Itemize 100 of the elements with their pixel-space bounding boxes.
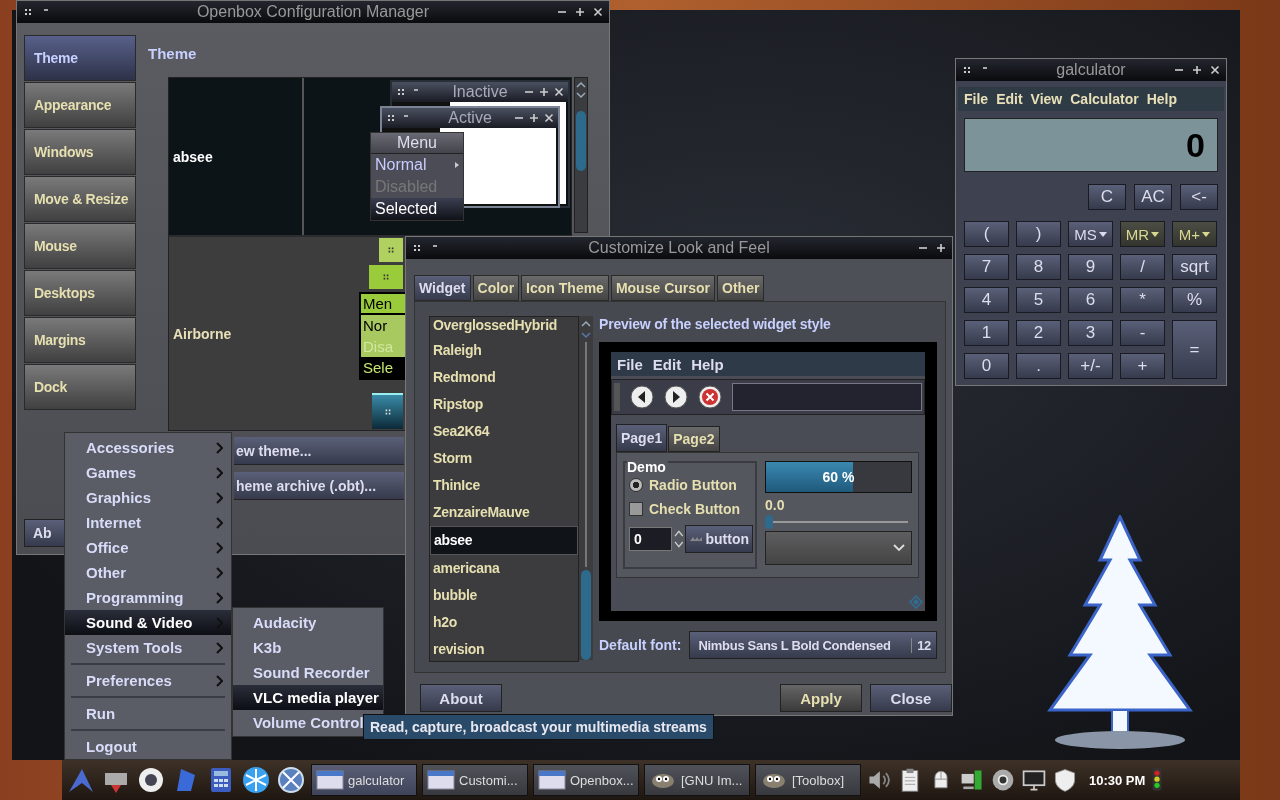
tab[interactable]: Icon Theme: [521, 275, 609, 301]
theme-list-item[interactable]: ThinIce: [430, 472, 578, 499]
grip-icon[interactable]: [412, 243, 422, 253]
menu-item[interactable]: Help: [1146, 91, 1178, 107]
scroll-thumb[interactable]: [576, 111, 586, 171]
tab[interactable]: Page1: [616, 424, 668, 452]
maximize-icon[interactable]: [936, 243, 946, 253]
maximize-icon[interactable]: [539, 87, 549, 97]
sidebar-tab[interactable]: Dock: [24, 364, 136, 410]
menu-item[interactable]: Sound Recorder: [233, 660, 383, 685]
sidebar-tab[interactable]: Desktops: [24, 270, 136, 316]
theme-name[interactable]: absee: [173, 148, 213, 165]
menu-item[interactable]: Other: [65, 560, 231, 585]
spin-field[interactable]: 0: [629, 527, 672, 551]
calculator-key[interactable]: 0: [964, 353, 1009, 379]
taskbar-button[interactable]: [Toolbox]: [755, 764, 861, 796]
taskbar-button[interactable]: galculator: [311, 764, 417, 796]
calculator-key[interactable]: AC: [1134, 184, 1172, 210]
calculator-key[interactable]: 2: [1016, 320, 1061, 346]
theme-list-item[interactable]: Raleigh: [430, 337, 578, 364]
forward-icon[interactable]: [664, 385, 688, 409]
close-icon[interactable]: [593, 7, 603, 17]
calculator-key[interactable]: 5: [1016, 287, 1061, 313]
crossed-circle-icon[interactable]: [276, 765, 306, 795]
menu-item[interactable]: Programming: [65, 585, 231, 610]
back-icon[interactable]: [630, 385, 654, 409]
menu-item[interactable]: Sound & Video: [65, 610, 231, 635]
text-field[interactable]: [732, 383, 922, 411]
calculator-key[interactable]: ): [1016, 221, 1061, 247]
shield-icon[interactable]: [1052, 767, 1078, 793]
about-button[interactable]: Ab: [24, 519, 66, 547]
menu-item[interactable]: Audacity: [233, 610, 383, 635]
snowflake-icon[interactable]: [241, 765, 271, 795]
calculator-key[interactable]: -: [1120, 320, 1165, 346]
menu-item[interactable]: Graphics: [65, 485, 231, 510]
radio-button[interactable]: [629, 478, 643, 492]
checkbox[interactable]: [629, 502, 643, 516]
chrome-circle-icon[interactable]: [990, 767, 1016, 793]
calculator-key[interactable]: 8: [1016, 254, 1061, 280]
grip-icon[interactable]: [396, 87, 406, 97]
menu-item[interactable]: Calculator: [1070, 91, 1139, 107]
calculator-key[interactable]: 9: [1068, 254, 1113, 280]
calculator-key[interactable]: +/-: [1068, 353, 1113, 379]
theme-list-item[interactable]: Redmond: [430, 364, 578, 391]
menu-item[interactable]: File: [964, 91, 989, 107]
calculator-key[interactable]: *: [1120, 287, 1165, 313]
theme-name[interactable]: Airborne: [173, 325, 232, 342]
maximize-icon[interactable]: [575, 7, 585, 17]
calculator-key[interactable]: %: [1172, 287, 1217, 313]
close-icon[interactable]: [554, 87, 564, 97]
calculator-key[interactable]: 6: [1068, 287, 1113, 313]
sidebar-tab[interactable]: Windows: [24, 129, 136, 175]
scrollbar[interactable]: [574, 77, 588, 233]
memory-key[interactable]: MS: [1068, 221, 1113, 247]
sidebar-tab[interactable]: Margins: [24, 317, 136, 363]
toolbar-handle[interactable]: [614, 383, 620, 411]
tab[interactable]: Color: [472, 275, 520, 301]
theme-list-item[interactable]: h2o: [430, 609, 578, 636]
menu-item[interactable]: K3b: [233, 635, 383, 660]
about-button[interactable]: About: [420, 684, 502, 712]
scroll-down-icon[interactable]: [581, 331, 591, 339]
close-button[interactable]: Close: [870, 684, 952, 712]
globe-icon[interactable]: [136, 765, 166, 795]
calculator-key[interactable]: sqrt: [1172, 254, 1217, 280]
theme-list-item[interactable]: Sea2K64: [430, 418, 578, 445]
tab[interactable]: Widget: [414, 275, 471, 301]
theme-action-button[interactable]: heme archive (.obt)...: [234, 472, 404, 500]
scroll-up-icon[interactable]: [576, 81, 586, 89]
theme-list-item[interactable]: ZenzaireMauve: [430, 499, 578, 526]
taskbar-button[interactable]: [GNU Im...: [644, 764, 750, 796]
theme-list-item[interactable]: bubble: [430, 582, 578, 609]
maximize-icon[interactable]: [529, 113, 539, 123]
monitor-icon[interactable]: [1021, 767, 1047, 793]
scroll-thumb[interactable]: [581, 570, 591, 660]
taskbar-button[interactable]: Customi...: [422, 764, 528, 796]
stop-icon[interactable]: [698, 385, 722, 409]
menu-item[interactable]: File: [617, 355, 643, 373]
calculator-key[interactable]: C: [1088, 184, 1126, 210]
close-icon[interactable]: [544, 113, 554, 123]
menu-item[interactable]: Games: [65, 460, 231, 485]
tab[interactable]: Mouse Cursor: [610, 275, 716, 301]
maximize-icon[interactable]: [1192, 65, 1202, 75]
network-icon[interactable]: [959, 767, 985, 793]
theme-list-item[interactable]: revision: [430, 636, 578, 661]
menu-item[interactable]: System Tools: [65, 635, 231, 660]
grip-icon[interactable]: [23, 7, 33, 17]
calculator-key[interactable]: +: [1120, 353, 1165, 379]
calculator-key[interactable]: 3: [1068, 320, 1113, 346]
sidebar-tab[interactable]: Move & Resize: [24, 176, 136, 222]
clock[interactable]: 10:30 PM: [1089, 772, 1146, 788]
menu-item[interactable]: Office: [65, 535, 231, 560]
scroll-down-icon[interactable]: [576, 91, 586, 99]
taskbar-button[interactable]: Openbox...: [533, 764, 639, 796]
menu-item[interactable]: View: [1030, 91, 1063, 107]
theme-list-item[interactable]: americana: [430, 555, 578, 582]
grip-icon[interactable]: [386, 113, 396, 123]
menu-item[interactable]: Help: [691, 355, 724, 373]
menu-item[interactable]: VLC media player: [233, 685, 383, 710]
theme-action-button[interactable]: ew theme...: [234, 437, 404, 465]
theme-list-item[interactable]: absee: [430, 526, 578, 555]
